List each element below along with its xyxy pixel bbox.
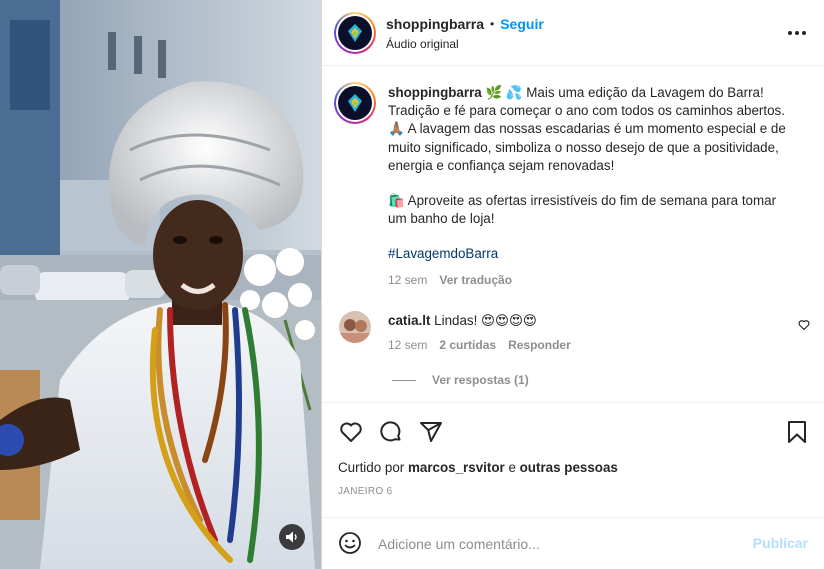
replies-divider <box>392 379 416 381</box>
heart-icon <box>798 320 810 331</box>
header-username[interactable]: shoppingbarra <box>386 16 484 32</box>
caption-paragraph-2: 🛍️ Aproveite as ofertas irresistíveis do… <box>388 193 777 227</box>
translate-button[interactable]: Ver tradução <box>439 273 512 287</box>
caption-meta: 12 sem Ver tradução <box>388 273 512 287</box>
liked-by: Curtido por marcos_rsvitor e outras pess… <box>338 460 618 475</box>
comment-username[interactable]: catia.lt <box>388 313 430 328</box>
emoji-icon <box>339 532 361 554</box>
comment-meta: 12 sem 2 curtidas Responder <box>388 338 571 352</box>
follow-button[interactable]: Seguir <box>500 16 544 32</box>
emoji-button[interactable] <box>338 531 362 560</box>
reply-button[interactable]: Responder <box>508 338 571 352</box>
commenter-avatar[interactable] <box>339 311 371 343</box>
comment: catia.lt Lindas! 😍😍😍😍 <box>388 313 537 329</box>
media-image <box>0 0 321 569</box>
comment-form: Publicar <box>322 517 824 569</box>
caption-time[interactable]: 12 sem <box>388 273 427 287</box>
post-header: shoppingbarra • Seguir Áudio original <box>322 0 824 66</box>
view-replies-label: Ver respostas (1) <box>432 373 529 387</box>
heart-icon <box>340 422 362 442</box>
post-actions: Curtido por marcos_rsvitor e outras pess… <box>322 402 824 517</box>
liked-others[interactable]: outras pessoas <box>520 460 618 475</box>
post-date[interactable]: JANEIRO 6 <box>338 486 392 497</box>
caption-avatar[interactable] <box>334 82 376 124</box>
mute-toggle-button[interactable] <box>279 524 305 550</box>
brand-logo-icon <box>338 86 372 120</box>
publish-button[interactable]: Publicar <box>753 535 808 551</box>
audio-label[interactable]: Áudio original <box>386 37 459 51</box>
brand-logo-icon <box>338 16 372 50</box>
header-separator: • <box>490 17 495 31</box>
view-replies-button[interactable]: Ver respostas (1) <box>392 373 529 387</box>
caption-username[interactable]: shoppingbarra <box>388 85 482 100</box>
more-options-button[interactable] <box>786 23 808 43</box>
like-button[interactable] <box>338 419 364 445</box>
hashtag-link[interactable]: #LavagemdoBarra <box>388 245 792 263</box>
profile-avatar[interactable] <box>334 12 376 54</box>
send-icon <box>420 422 442 442</box>
liked-connector: e <box>504 460 520 475</box>
more-horizontal-icon <box>788 31 806 35</box>
bookmark-icon <box>788 421 806 443</box>
save-button[interactable] <box>784 419 810 445</box>
comment-button[interactable] <box>378 419 404 445</box>
caption-text: shoppingbarra 🌿 💦 Mais uma edição da Lav… <box>388 84 792 264</box>
liked-prefix: Curtido por <box>338 460 408 475</box>
comment-input[interactable] <box>378 532 738 556</box>
volume-icon <box>286 531 297 543</box>
comment-like-button[interactable] <box>798 318 810 336</box>
post-details-panel: shoppingbarra • Seguir Áudio original sh… <box>321 0 824 569</box>
post-media[interactable] <box>0 0 321 569</box>
comment-time[interactable]: 12 sem <box>388 338 427 352</box>
liked-user[interactable]: marcos_rsvitor <box>408 460 505 475</box>
comment-likes[interactable]: 2 curtidas <box>439 338 496 352</box>
comment-body: Lindas! 😍😍😍😍 <box>434 313 537 328</box>
share-button[interactable] <box>418 419 444 445</box>
comment-bubble-icon <box>380 421 401 442</box>
